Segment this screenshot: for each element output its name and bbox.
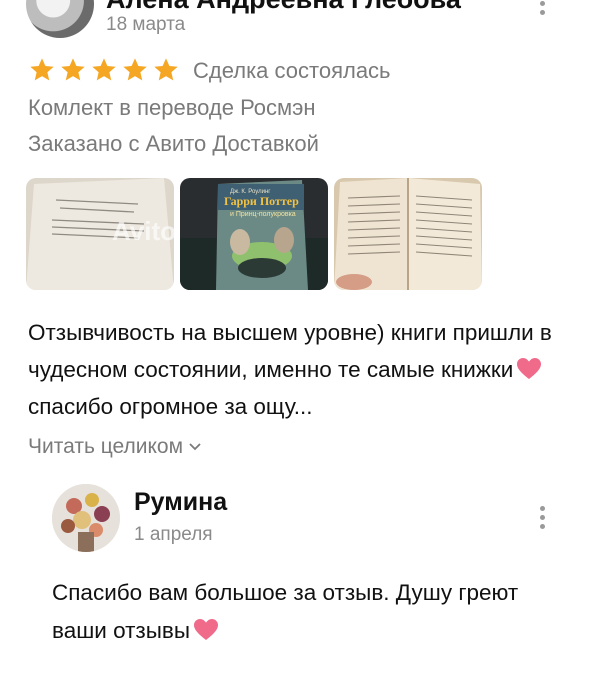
reply-date: 1 апреля [134,524,213,545]
star-icon [30,58,54,81]
seller-name[interactable]: Румина [134,488,227,517]
review-photo-2[interactable]: Дж. К. Роулинг Гарри Поттер и Принц-полу… [180,178,328,290]
review-text-part1: Отзывчивость на высшем уровне) книги при… [28,320,552,382]
edition-note: Комлект в переводе Росмэн [28,95,316,120]
heart-icon [194,619,219,640]
review-text: Отзывчивость на высшем уровне) книги при… [28,314,576,425]
star-icon [123,58,147,81]
avito-watermark: Avito [112,216,174,246]
star-icon [154,58,178,81]
cover-title: Гарри Поттер [224,194,299,208]
seller-avatar[interactable] [52,484,120,552]
reply-text-part1: Спасибо вам большое за отзыв. Душу греют… [52,580,519,643]
deal-status: Сделка состоялась [193,58,391,83]
reviewer-avatar[interactable] [26,0,94,38]
reviewer-name[interactable]: Алена Андреевна Глебова [106,0,461,15]
chevron-down-icon [189,443,201,451]
review-text-part2: спасибо огромное за ощу... [28,394,313,419]
reply-text: Спасибо вам большое за отзыв. Душу греют… [52,574,552,650]
review-more-icon[interactable] [539,0,545,15]
read-more-link[interactable]: Читать целиком [28,435,201,459]
rating-stars [28,56,180,84]
delivery-note: Заказано с Авито Доставкой [28,131,319,156]
review-date: 18 марта [106,14,186,35]
reply-more-icon[interactable] [539,506,545,529]
read-more-label: Читать целиком [28,435,184,458]
star-icon [61,58,85,81]
review-photo-3[interactable] [334,178,482,290]
heart-icon [517,358,542,379]
review-photo-1[interactable]: Avito [26,178,174,290]
star-icon [92,58,116,81]
cover-subtitle: и Принц-полукровка [230,211,296,218]
